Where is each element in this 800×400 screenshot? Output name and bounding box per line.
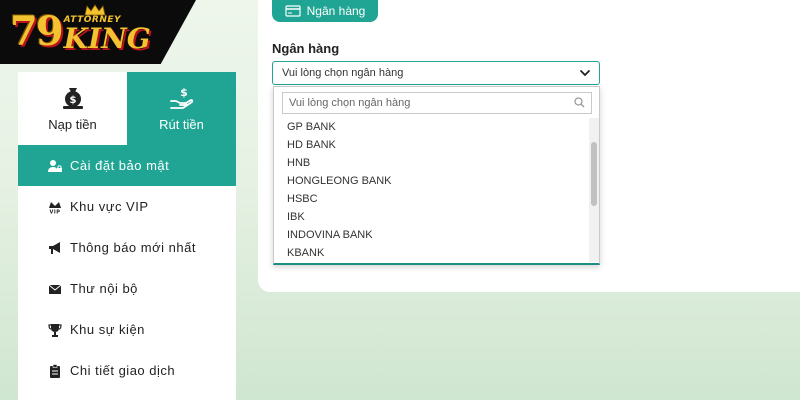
tab-withdraw[interactable]: $ Rút tiền [127, 72, 236, 145]
bank-option[interactable]: HSBC [274, 190, 590, 208]
sidebar-item-label: Khu sự kiện [70, 322, 145, 337]
sidebar-item-vip[interactable]: VIP Khu vực VIP [18, 186, 236, 227]
sidebar-item-news[interactable]: Thông báo mới nhất [18, 227, 236, 268]
sidebar-item-inbox[interactable]: Thư nội bộ [18, 268, 236, 309]
bank-select[interactable]: Vui lòng chọn ngân hàng [272, 61, 600, 85]
bank-option[interactable]: KBANK [274, 244, 590, 262]
vip-crown-icon: VIP [49, 201, 61, 214]
hand-money-icon: $ [169, 86, 193, 109]
transaction-tabs: $ Nạp tiền $ Rút tiền [18, 72, 236, 145]
bank-option[interactable]: IBK [274, 208, 590, 226]
trophy-icon [48, 323, 62, 337]
tab-bank[interactable]: Ngân hàng [272, 0, 378, 22]
bank-option[interactable]: HD BANK [274, 136, 590, 154]
bank-select-value: Vui lòng chọn ngân hàng [282, 67, 404, 79]
tab-deposit[interactable]: $ Nạp tiền [18, 72, 127, 145]
sidebar: $ Nạp tiền $ Rút tiền Cài đặt bảo mật VI… [18, 72, 236, 400]
svg-text:$: $ [180, 86, 188, 99]
svg-text:VIP: VIP [50, 209, 61, 214]
sidebar-item-label: Chi tiết giao dịch [70, 363, 176, 378]
bank-option[interactable]: HNB [274, 154, 590, 172]
logo-big-text: KING [63, 21, 151, 55]
tab-bank-label: Ngân hàng [306, 4, 366, 18]
dropdown-scrollbar-thumb[interactable] [591, 142, 597, 206]
tab-deposit-label: Nạp tiền [48, 117, 97, 132]
logo-number: 79 [10, 8, 64, 55]
sidebar-item-events[interactable]: Khu sự kiện [18, 309, 236, 350]
sidebar-item-transactions[interactable]: Chi tiết giao dịch [18, 350, 236, 391]
tab-withdraw-label: Rút tiền [159, 117, 204, 132]
envelope-icon [48, 284, 62, 294]
bank-option[interactable]: HONGLEONG BANK [274, 172, 590, 190]
sidebar-item-label: Thư nội bộ [70, 281, 138, 296]
sidebar-item-label: Khu vực VIP [70, 199, 149, 214]
sidebar-item-security[interactable]: Cài đặt bảo mật [18, 145, 236, 186]
logo-text: ATTORNEY KING [63, 15, 151, 55]
user-lock-icon [48, 159, 62, 172]
bank-option[interactable]: GP BANK [274, 118, 590, 136]
bank-card-icon [285, 5, 301, 17]
chevron-down-icon [580, 70, 590, 77]
bank-field-label: Ngân hàng [272, 41, 340, 56]
sidebar-item-label: Thông báo mới nhất [70, 240, 196, 255]
svg-text:$: $ [69, 95, 76, 106]
bank-option[interactable]: INDOVINA BANK [274, 226, 590, 244]
money-bag-icon: $ [62, 88, 83, 109]
bullhorn-icon [49, 241, 60, 254]
bank-search-input[interactable] [282, 92, 592, 114]
bank-option-list: GP BANK HD BANK HNB HONGLEONG BANK HSBC … [274, 118, 590, 262]
search-icon [574, 97, 585, 108]
crown-icon [84, 4, 106, 16]
bank-dropdown: GP BANK HD BANK HNB HONGLEONG BANK HSBC … [273, 86, 600, 265]
sidebar-item-label: Cài đặt bảo mật [70, 158, 170, 173]
clipboard-icon [50, 363, 60, 378]
